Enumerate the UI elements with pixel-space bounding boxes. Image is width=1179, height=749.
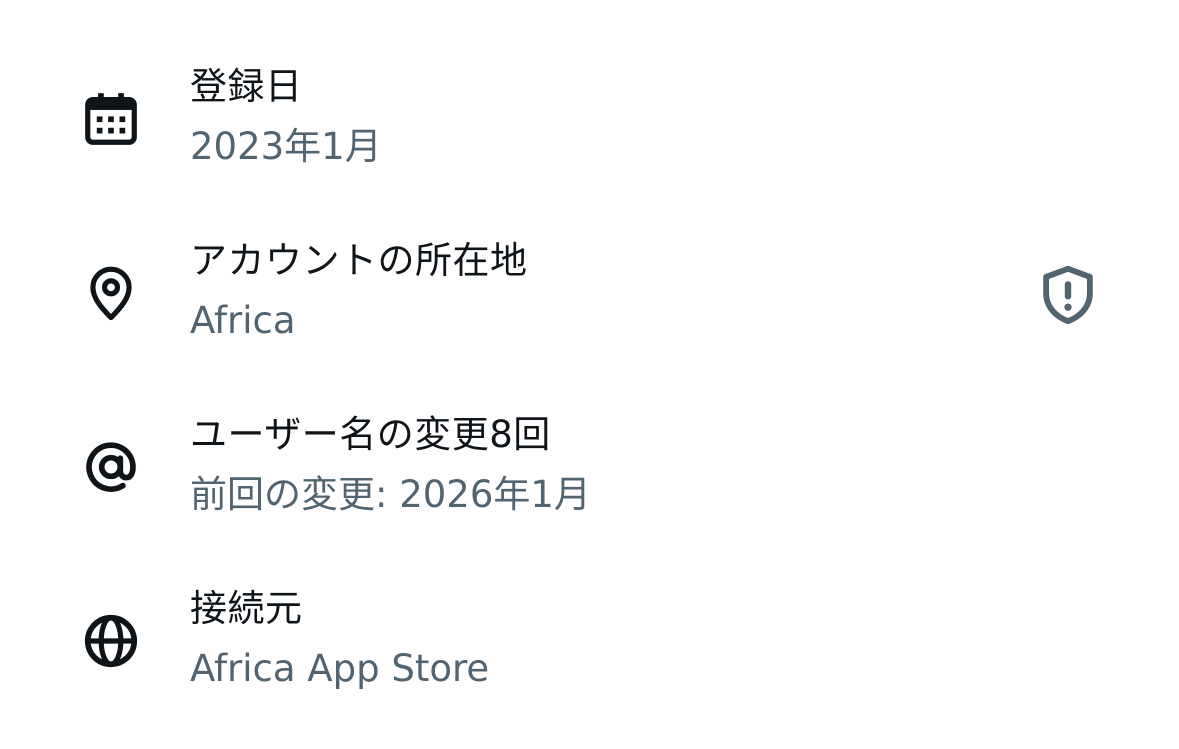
connected-via-label: 接続元 — [190, 587, 303, 630]
joined-date-value: 2023年1月 — [190, 125, 382, 168]
location-pin-icon — [90, 266, 132, 321]
connected-via-row: 接続元 Africa App Store — [0, 584, 1179, 724]
joined-date-label: 登録日 — [190, 65, 303, 108]
shield-alert-icon[interactable] — [1033, 260, 1103, 330]
joined-date-row: 登録日 2023年1月 — [0, 62, 1179, 202]
last-change-value: 前回の変更: 2026年1月 — [190, 473, 591, 516]
account-location-row: アカウントの所在地 Africa — [0, 236, 1179, 376]
account-info-list: 登録日 2023年1月 アカウントの所在地 Africa ユーザー名の変更8回 … — [0, 0, 1179, 749]
account-location-label: アカウントの所在地 — [190, 239, 528, 282]
at-sign-icon — [86, 442, 136, 492]
globe-icon — [84, 614, 138, 668]
connected-via-value: Africa App Store — [190, 647, 490, 690]
username-changes-label: ユーザー名の変更8回 — [190, 413, 551, 456]
account-location-value: Africa — [190, 299, 296, 342]
username-changes-row: ユーザー名の変更8回 前回の変更: 2026年1月 — [0, 410, 1179, 550]
calendar-icon — [85, 93, 137, 145]
